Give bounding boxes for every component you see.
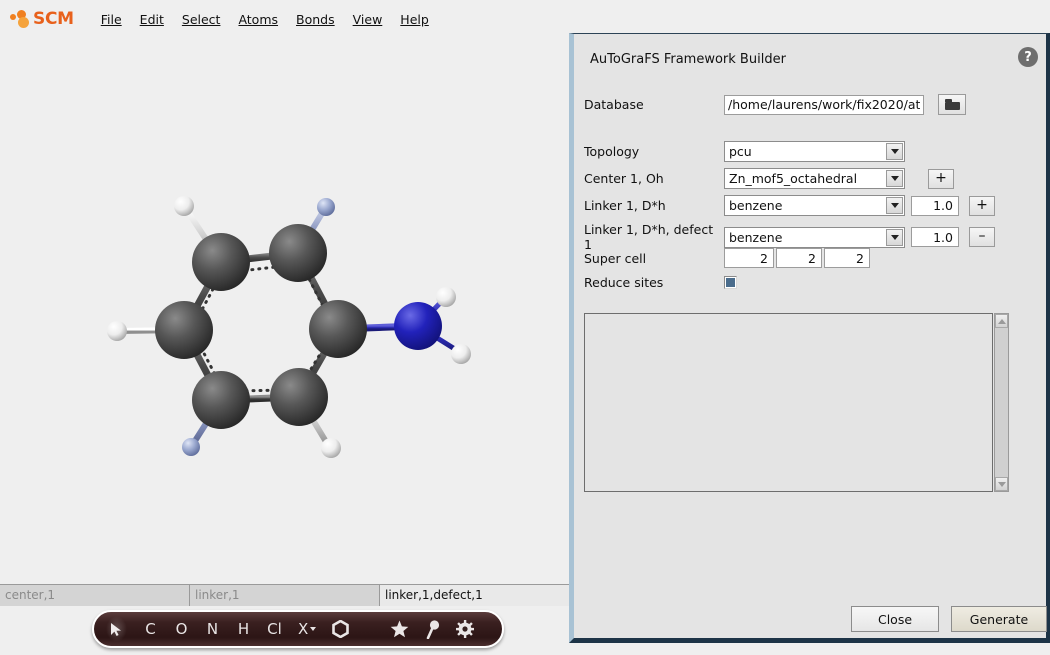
hydrogen-tool[interactable]: H	[236, 616, 251, 642]
menu-atoms-label: Atoms	[238, 11, 279, 27]
add-center-button[interactable]: +	[928, 168, 954, 189]
reduce-sites-row: Reduce sites	[584, 275, 737, 290]
nitrogen-tool[interactable]: N	[205, 616, 220, 642]
other-element-label: X	[298, 620, 309, 638]
chevron-down-icon[interactable]	[886, 228, 903, 246]
center1-value: Zn_mof5_octahedral	[729, 171, 858, 186]
linker1-defect1-ratio-input[interactable]	[911, 227, 959, 247]
ring-tool[interactable]	[332, 616, 350, 642]
menu-bonds-label: Bonds	[296, 11, 335, 27]
cursor-icon	[110, 622, 123, 637]
folder-icon	[944, 99, 960, 110]
application-window: SCM File Edit Select Atoms Bonds View He…	[0, 0, 1050, 655]
checkbox-fill-icon	[726, 278, 735, 287]
linker1-value: benzene	[729, 198, 783, 213]
output-scrollbar[interactable]	[994, 313, 1009, 492]
reduce-sites-label: Reduce sites	[584, 275, 664, 290]
chevron-down-icon[interactable]	[886, 143, 903, 160]
center1-label: Center 1, Oh	[584, 171, 664, 186]
menu-help[interactable]: Help	[391, 9, 438, 30]
menu-help-label: Help	[400, 11, 429, 27]
linker1-label: Linker 1, D*h	[584, 198, 666, 213]
output-textarea[interactable]	[584, 313, 993, 492]
menu-edit[interactable]: Edit	[131, 9, 173, 30]
menu-file[interactable]: File	[92, 9, 131, 30]
scm-logo-text: SCM	[33, 9, 74, 29]
chevron-down-icon	[997, 481, 1006, 487]
supercell-b-input[interactable]	[776, 248, 822, 268]
chlorine-tool[interactable]: Cl	[267, 616, 282, 642]
database-browse-button[interactable]	[938, 94, 966, 115]
status-cell-linker-defect[interactable]: linker,1,defect,1	[380, 585, 569, 606]
center1-row: Center 1, Oh Zn_mof5_octahedral +	[584, 168, 954, 189]
drawing-toolbar: C O N H Cl X	[92, 610, 504, 648]
linker1-defect1-select[interactable]: benzene	[724, 226, 905, 248]
topology-select[interactable]: pcu	[724, 141, 905, 162]
menu-file-label: File	[100, 11, 122, 27]
molecule-render[interactable]	[0, 38, 569, 583]
database-row: Database	[584, 94, 966, 115]
chevron-down-icon[interactable]	[886, 170, 903, 187]
menu-atoms[interactable]: Atoms	[229, 9, 287, 30]
supercell-label: Super cell	[584, 250, 647, 266]
framework-builder-panel: AuToGraFS Framework Builder ? Database T…	[569, 33, 1050, 643]
add-linker-button[interactable]: +	[969, 195, 995, 216]
database-input[interactable]	[724, 94, 924, 115]
remove-linker-button[interactable]: –	[969, 227, 995, 247]
chevron-up-icon	[997, 318, 1006, 324]
settings-tool[interactable]	[456, 616, 474, 642]
scrollbar-track[interactable]	[995, 328, 1008, 477]
menu-view-label: View	[352, 11, 383, 27]
menu-view[interactable]: View	[344, 9, 392, 30]
cursor-tool[interactable]	[106, 616, 127, 642]
chevron-down-icon[interactable]	[886, 197, 903, 214]
center1-select[interactable]: Zn_mof5_octahedral	[724, 168, 905, 189]
linker1-defect1-value: benzene	[729, 229, 783, 245]
close-button[interactable]: Close	[851, 606, 939, 632]
linker1-select[interactable]: benzene	[724, 195, 905, 216]
menu-select-label: Select	[181, 11, 221, 27]
help-icon[interactable]: ?	[1018, 47, 1038, 67]
hexagon-icon	[332, 620, 350, 638]
menu-select[interactable]: Select	[173, 9, 230, 30]
linker1-row: Linker 1, D*h benzene +	[584, 195, 995, 216]
drawing-toolbar-container: C O N H Cl X	[92, 610, 504, 650]
star-icon	[390, 620, 409, 638]
pin-icon	[426, 619, 440, 639]
topology-value: pcu	[729, 144, 752, 159]
carbon-tool[interactable]: C	[143, 616, 158, 642]
oxygen-tool[interactable]: O	[174, 616, 189, 642]
menu-bonds[interactable]: Bonds	[287, 9, 344, 30]
supercell-a-input[interactable]	[724, 248, 774, 268]
other-element-tool[interactable]: X	[298, 616, 317, 642]
pin-tool[interactable]	[425, 616, 440, 642]
star-tool[interactable]	[390, 616, 409, 642]
scm-logo: SCM	[10, 9, 74, 29]
panel-title: AuToGraFS Framework Builder	[590, 52, 786, 67]
database-label: Database	[584, 97, 644, 112]
menu-edit-label: Edit	[139, 11, 164, 27]
status-cell-linker[interactable]: linker,1	[190, 585, 380, 606]
linker1-ratio-input[interactable]	[911, 195, 959, 216]
generate-button[interactable]: Generate	[951, 606, 1047, 632]
supercell-row: Super cell	[584, 248, 870, 268]
output-area-container	[584, 313, 1009, 492]
supercell-c-input[interactable]	[824, 248, 870, 268]
status-bar: center,1 linker,1 linker,1,defect,1	[0, 584, 569, 606]
scm-logo-icon	[10, 9, 32, 29]
gear-icon	[456, 620, 474, 638]
status-cell-center[interactable]: center,1	[0, 585, 190, 606]
topology-row: Topology pcu	[584, 141, 905, 162]
scroll-down-button[interactable]	[995, 477, 1008, 491]
chevron-down-icon	[310, 627, 317, 631]
scroll-up-button[interactable]	[995, 314, 1008, 328]
molecule-viewport[interactable]	[0, 38, 569, 583]
reduce-sites-checkbox[interactable]	[724, 276, 737, 289]
topology-label: Topology	[584, 144, 640, 159]
